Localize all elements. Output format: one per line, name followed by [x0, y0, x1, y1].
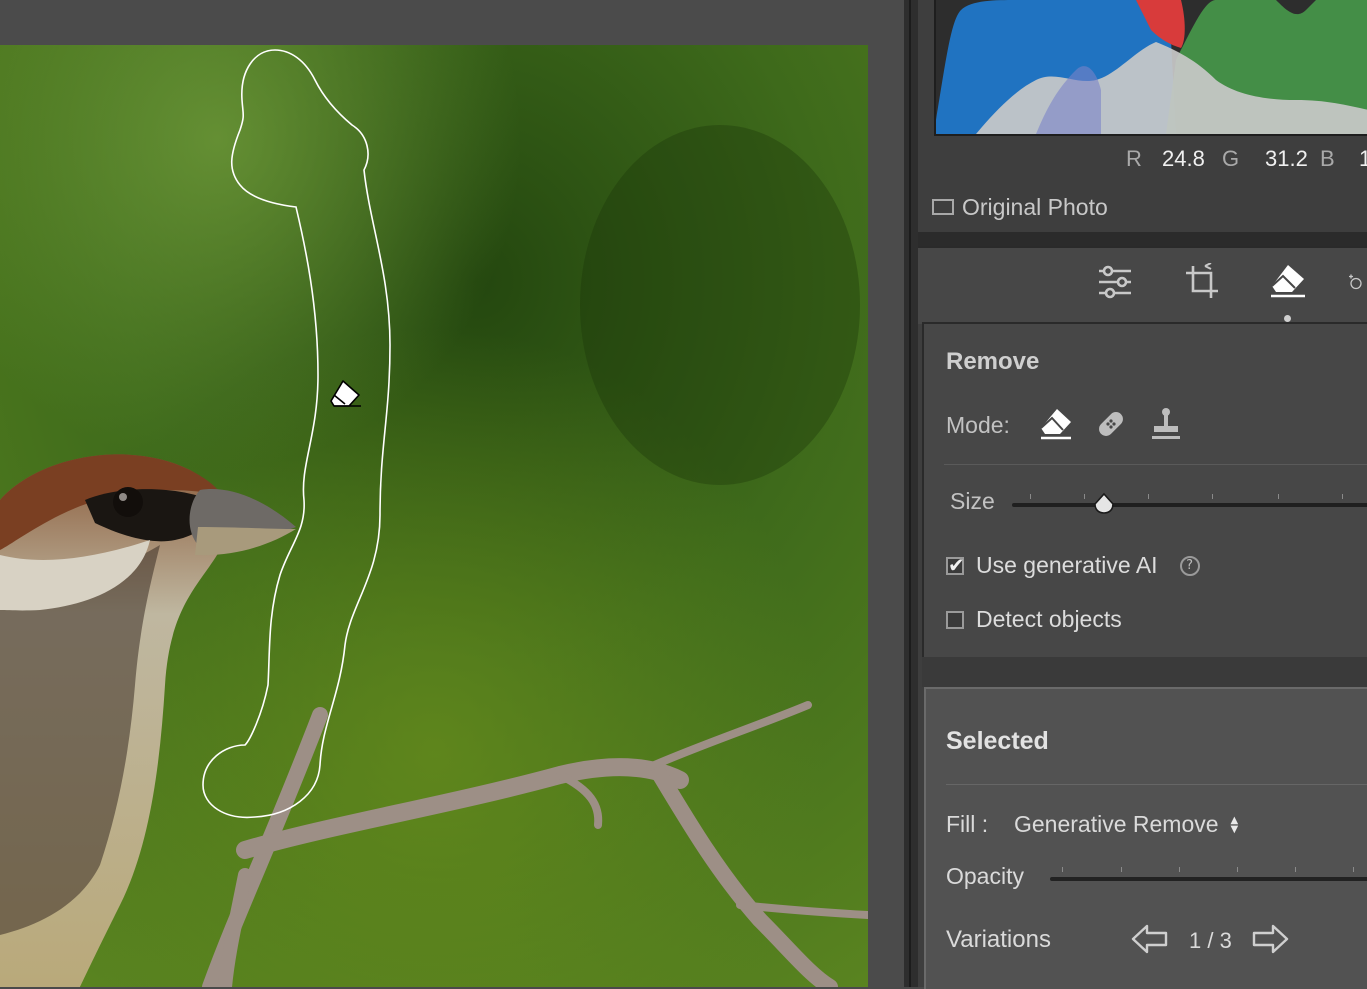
- use-generative-ai-row[interactable]: Use generative AI ?: [946, 552, 1200, 579]
- histogram: [934, 0, 1367, 136]
- section-separator: [918, 232, 1367, 246]
- slider-tick: [1179, 867, 1180, 872]
- slider-tick: [1084, 494, 1085, 499]
- green-channel-label: G: [1222, 146, 1240, 171]
- clone-stamp-icon[interactable]: [1146, 404, 1186, 444]
- variations-label: Variations: [946, 926, 1051, 953]
- image-canvas[interactable]: [0, 0, 904, 987]
- fill-label: Fill :: [946, 811, 989, 837]
- eraser-icon[interactable]: [1036, 404, 1076, 444]
- crop-icon[interactable]: [1180, 260, 1224, 304]
- slider-tick: [1148, 494, 1149, 499]
- divider-line: [944, 464, 1367, 465]
- slider-tick: [1062, 867, 1063, 872]
- detect-objects-label: Detect objects: [976, 606, 1122, 632]
- photo-preview[interactable]: [0, 45, 868, 987]
- active-tool-indicator: [1284, 315, 1291, 322]
- bandage-heal-icon[interactable]: [1091, 404, 1131, 444]
- original-photo-label: Original Photo: [962, 193, 1108, 220]
- size-slider-thumb[interactable]: [1092, 492, 1116, 521]
- remove-title: Remove: [946, 348, 1040, 375]
- detect-objects-checkbox[interactable]: [946, 610, 964, 629]
- green-channel-value: 31.2: [1265, 146, 1308, 171]
- slider-tick: [1353, 867, 1354, 872]
- rgb-readout: R 24.8 G 31.2 B 1: [918, 144, 1367, 176]
- original-photo-checkbox[interactable]: [932, 199, 954, 215]
- variations-count: 1 / 3: [1189, 928, 1232, 953]
- right-panel: R 24.8 G 31.2 B 1 Original Photo Remove …: [918, 0, 1367, 989]
- slider-tick: [1121, 867, 1122, 872]
- size-slider-track[interactable]: [1012, 503, 1367, 507]
- slider-tick: [1212, 494, 1213, 499]
- blue-channel-label: B: [1320, 146, 1335, 171]
- section-separator: [922, 657, 1367, 687]
- red-channel-value: 24.8: [1162, 146, 1205, 171]
- opacity-slider-track[interactable]: [1050, 877, 1367, 881]
- remove-panel: Remove Mode: Size ✔ Use generative AI ? …: [922, 322, 1367, 659]
- slider-tick: [1295, 867, 1296, 872]
- edit-sliders-icon[interactable]: [1093, 260, 1137, 304]
- fill-select-value: Generative Remove: [1014, 811, 1219, 837]
- size-label: Size: [950, 488, 995, 514]
- red-channel-label: R: [1126, 146, 1142, 171]
- panel-divider[interactable]: [904, 0, 918, 987]
- next-variation-arrow-icon[interactable]: [1250, 921, 1290, 957]
- detect-objects-row[interactable]: Detect objects: [946, 606, 1122, 633]
- selected-title: Selected: [946, 727, 1049, 755]
- slider-tick: [1342, 494, 1343, 499]
- slider-tick: [1030, 494, 1031, 499]
- help-icon[interactable]: ?: [1179, 555, 1200, 576]
- tool-strip: [918, 246, 1367, 324]
- use-generative-ai-label: Use generative AI: [976, 552, 1158, 578]
- original-photo-toggle[interactable]: Original Photo: [932, 190, 1108, 224]
- blue-channel-value: 1: [1359, 146, 1367, 171]
- slider-tick: [1237, 867, 1238, 872]
- fill-select[interactable]: Generative Remove ▲ ▼: [1014, 811, 1238, 838]
- use-generative-ai-checkbox[interactable]: [946, 553, 965, 577]
- divider-line: [946, 784, 1367, 785]
- masking-icon[interactable]: [1348, 260, 1367, 304]
- mode-label: Mode:: [946, 412, 1010, 438]
- selected-panel: Selected Fill : Generative Remove ▲ ▼ Opa…: [924, 687, 1367, 989]
- select-arrows-icon: ▲ ▼: [1230, 814, 1239, 835]
- previous-variation-arrow-icon[interactable]: [1130, 921, 1170, 957]
- opacity-label: Opacity: [946, 863, 1024, 889]
- remove-eraser-icon[interactable]: [1266, 260, 1310, 304]
- slider-tick: [1278, 494, 1279, 499]
